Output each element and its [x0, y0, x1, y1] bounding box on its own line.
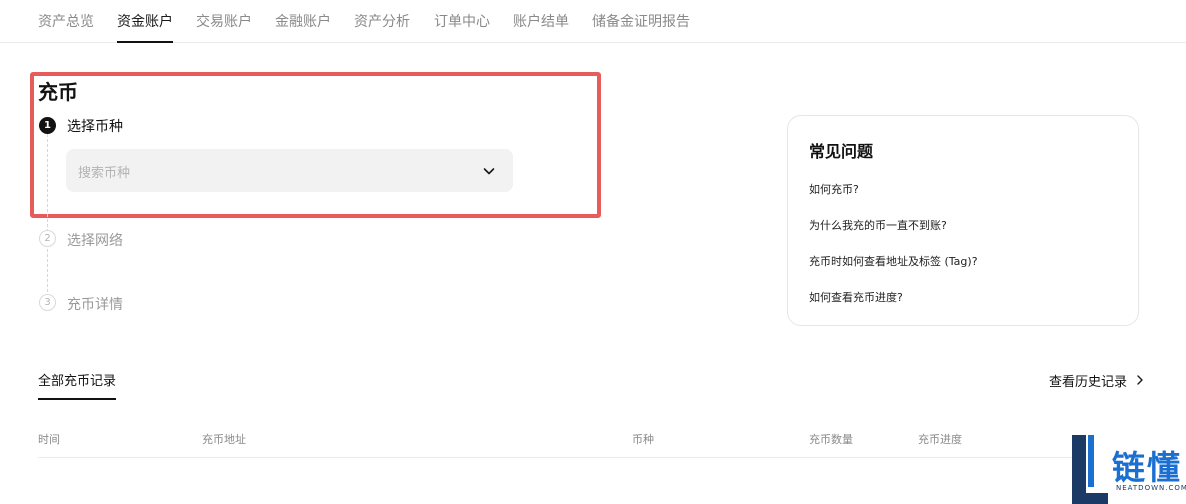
tab-trading-account[interactable]: 交易账户 [196, 11, 252, 31]
faq-item-deposit-progress[interactable]: 如何查看充币进度? [809, 289, 903, 305]
step-2-number: 2 [39, 230, 56, 247]
chevron-down-icon [483, 168, 495, 175]
account-nav: 资产总览 资金账户 交易账户 金融账户 资产分析 订单中心 账户结单 储备金证明… [0, 0, 1186, 43]
highlight-box [30, 72, 601, 218]
step-1-label: 选择币种 [67, 119, 123, 135]
step-3-label: 充币详情 [67, 297, 123, 313]
tab-asset-analysis[interactable]: 资产分析 [354, 11, 410, 31]
column-header-time: 时间 [38, 433, 60, 446]
tab-all-deposit-records[interactable]: 全部充币记录 [38, 370, 117, 400]
watermark-l-icon [1072, 435, 1108, 504]
chevron-right-icon [1137, 375, 1143, 385]
tab-proof-of-reserves[interactable]: 储备金证明报告 [592, 11, 690, 31]
faq-card: 常见问题 如何充币? 为什么我充的币一直不到账? 充币时如何查看地址及标签 (T… [787, 115, 1139, 326]
step-2-label: 选择网络 [67, 233, 123, 249]
watermark-text-cn: 链懂 [1112, 448, 1182, 487]
page-title: 充币 [38, 80, 78, 104]
column-header-address: 充币地址 [202, 433, 246, 446]
view-history-link[interactable]: 查看历史记录 [1049, 371, 1145, 390]
column-header-coin: 币种 [632, 433, 654, 446]
faq-item-not-arrived[interactable]: 为什么我充的币一直不到账? [809, 217, 947, 233]
column-header-amount: 充币数量 [809, 433, 853, 446]
column-header-progress: 充币进度 [918, 433, 962, 446]
faq-item-address-tag[interactable]: 充币时如何查看地址及标签 (Tag)? [809, 253, 978, 269]
tab-account-statement[interactable]: 账户结单 [513, 11, 569, 31]
coin-search-placeholder: 搜索币种 [78, 166, 131, 181]
step-1-number: 1 [39, 117, 56, 134]
tab-finance-account[interactable]: 金融账户 [275, 11, 331, 31]
watermark-logo: 链懂 NEATDOWN.COM [1072, 433, 1186, 504]
view-history-label: 查看历史记录 [1049, 375, 1128, 390]
tab-asset-overview[interactable]: 资产总览 [38, 11, 94, 31]
coin-search-select[interactable]: 搜索币种 [66, 149, 513, 192]
tab-order-center[interactable]: 订单中心 [434, 11, 490, 31]
faq-item-how-to-deposit[interactable]: 如何充币? [809, 181, 859, 197]
steps-connector [47, 134, 48, 297]
watermark-text-en: NEATDOWN.COM [1116, 484, 1186, 492]
tab-funding-account[interactable]: 资金账户 [117, 11, 173, 43]
step-3-number: 3 [39, 294, 56, 311]
table-divider [38, 457, 1098, 458]
faq-title: 常见问题 [809, 142, 874, 161]
